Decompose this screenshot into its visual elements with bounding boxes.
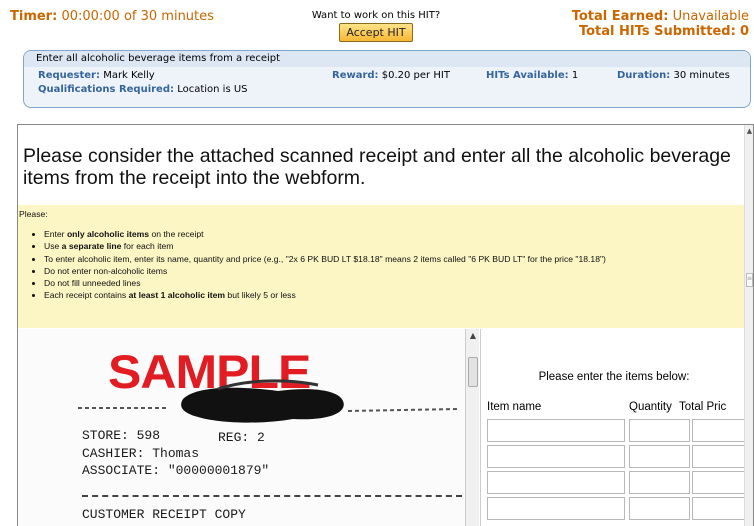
hit-status-bar: Timer: 00:00:00 of 30 minutes Want to wo… — [0, 0, 754, 44]
hits-available: HITs Available: 1 — [486, 70, 578, 81]
total-price-input[interactable] — [692, 419, 752, 442]
hits-available-value: 1 — [571, 70, 579, 81]
timer-value: 00:00:00 of 30 minutes — [61, 9, 214, 24]
items-form: Please enter the items below: Item name … — [480, 329, 752, 526]
instructions-intro: Please: — [19, 209, 48, 219]
hits-submitted-value: 0 — [739, 24, 749, 39]
qualifications-label: Qualifications Required: — [38, 84, 175, 95]
requester: Requester: Mark Kelly — [38, 70, 155, 81]
instruction-item: Enter only alcoholic items on the receip… — [44, 228, 606, 240]
hit-info-panel: Enter all alcoholic beverage items from … — [23, 50, 751, 108]
reward: Reward: $0.20 per HIT — [332, 70, 450, 81]
item-name-input[interactable] — [487, 471, 625, 494]
qualifications: Qualifications Required: Location is US — [38, 84, 248, 95]
col-header-total-price: Total Pric — [679, 401, 727, 413]
frame-scrollbar[interactable]: ▲ ≡ — [744, 125, 753, 526]
total-earned-value: Unavailable — [672, 9, 749, 24]
earnings-summary: Total Earned: Unavailable Total HITs Sub… — [572, 9, 749, 39]
accept-hit-button[interactable]: Accept HIT — [339, 23, 413, 42]
scroll-up-arrow-icon[interactable]: ▲ — [466, 331, 479, 340]
frame-scroll-thumb[interactable]: ≡ — [746, 273, 753, 287]
instruction-item: Do not fill unneeded lines — [44, 277, 606, 289]
total-price-input[interactable] — [692, 471, 752, 494]
task-heading: Please consider the attached scanned rec… — [23, 145, 731, 189]
receipt-register: REG: 2 — [218, 430, 265, 445]
requester-label: Requester: — [38, 70, 100, 81]
receipt-associate: ASSOCIATE: "00000001879" — [82, 463, 270, 478]
hits-submitted-label: Total HITs Submitted: — [578, 24, 736, 39]
timer: Timer: 00:00:00 of 30 minutes — [10, 9, 214, 24]
total-earned-label: Total Earned: — [571, 9, 669, 24]
receipt-image-pane[interactable]: SAMPLE STORE: 598 REG: 2 CASHIER: Thomas… — [18, 329, 479, 526]
instructions-box: Please: Enter only alcoholic items on th… — [18, 205, 745, 328]
item-name-input[interactable] — [487, 497, 625, 520]
receipt-scrollbar[interactable]: ▲ — [465, 329, 479, 526]
reward-value: $0.20 per HIT — [381, 70, 450, 81]
qualifications-value: Location is US — [177, 84, 248, 95]
receipt-scroll-thumb[interactable] — [468, 357, 478, 387]
duration-label: Duration: — [617, 70, 671, 81]
item-name-input[interactable] — [487, 445, 625, 468]
form-prompt: Please enter the items below: — [538, 371, 690, 383]
instructions-list: Enter only alcoholic items on the receip… — [18, 228, 606, 302]
duration-value: 30 minutes — [673, 70, 730, 81]
total-price-input[interactable] — [692, 497, 752, 520]
hit-title: Enter all alcoholic beverage items from … — [24, 51, 750, 67]
duration: Duration: 30 minutes — [617, 70, 730, 81]
task-frame: Please consider the attached scanned rec… — [17, 124, 754, 526]
instruction-item: Each receipt contains at least 1 alcohol… — [44, 289, 606, 301]
total-price-input[interactable] — [692, 445, 752, 468]
quantity-input[interactable] — [629, 497, 690, 520]
timer-label: Timer: — [10, 9, 58, 24]
receipt-store: STORE: 598 — [82, 428, 161, 443]
quantity-input[interactable] — [629, 471, 690, 494]
quantity-input[interactable] — [629, 419, 690, 442]
quantity-input[interactable] — [629, 445, 690, 468]
instruction-item: To enter alcoholic item, enter its name,… — [44, 253, 606, 265]
col-header-quantity: Quantity — [629, 401, 672, 413]
requester-value[interactable]: Mark Kelly — [103, 70, 155, 81]
accept-prompt: Want to work on this HIT? — [311, 10, 441, 21]
receipt-copy-label: CUSTOMER RECEIPT COPY — [82, 507, 246, 522]
scroll-up-arrow-icon[interactable]: ▲ — [746, 127, 753, 135]
col-header-item-name: Item name — [487, 401, 542, 413]
receipt-divider — [82, 495, 462, 497]
instruction-item: Do not enter non-alcoholic items — [44, 265, 606, 277]
hits-available-label: HITs Available: — [486, 70, 569, 81]
item-name-input[interactable] — [487, 419, 625, 442]
instruction-item: Use a separate line for each item — [44, 240, 606, 252]
receipt-image: SAMPLE STORE: 598 REG: 2 CASHIER: Thomas… — [18, 329, 465, 526]
reward-label: Reward: — [332, 70, 379, 81]
accept-area: Want to work on this HIT? Accept HIT — [306, 10, 446, 42]
receipt-cashier: CASHIER: Thomas — [82, 446, 200, 461]
